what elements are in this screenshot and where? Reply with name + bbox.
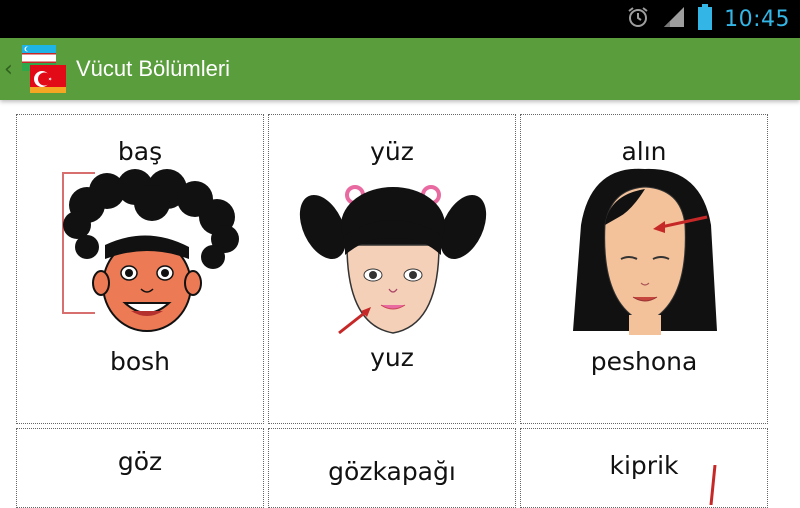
arrow-icon [707,464,719,507]
word-card[interactable]: kiprik [520,428,768,508]
chevron-left-icon[interactable]: ‹ [4,57,16,82]
battery-icon [698,4,713,34]
girl-pigtails-face-icon [269,155,515,355]
card-top-word: kiprik [609,451,679,480]
card-top-word: göz [117,447,163,476]
card-bottom-word: yuz [370,343,414,372]
girl-black-hair-forehead-icon [521,155,767,355]
card-bottom-word: peshona [590,347,698,376]
alarm-icon [626,5,650,33]
word-card[interactable]: yüz yuz [268,114,516,424]
page-title: Vücut Bölümleri [76,56,231,81]
flags-logo-icon[interactable] [16,41,72,97]
action-bar: ‹ Vücut Bölümleri [0,38,800,100]
status-time: 10:45 [724,6,790,32]
status-icons: 10:45 [626,0,790,38]
word-card[interactable]: baş bosh [16,114,264,424]
card-bottom-word: bosh [109,347,171,376]
word-card[interactable]: alın peshona [520,114,768,424]
status-bar: 10:45 [0,0,800,38]
word-card[interactable]: göz [16,428,264,508]
girl-curly-hair-head-icon [17,155,263,355]
signal-icon [662,5,686,33]
word-card[interactable]: gözkapağı [268,428,516,508]
card-top-word: gözkapağı [328,457,456,486]
